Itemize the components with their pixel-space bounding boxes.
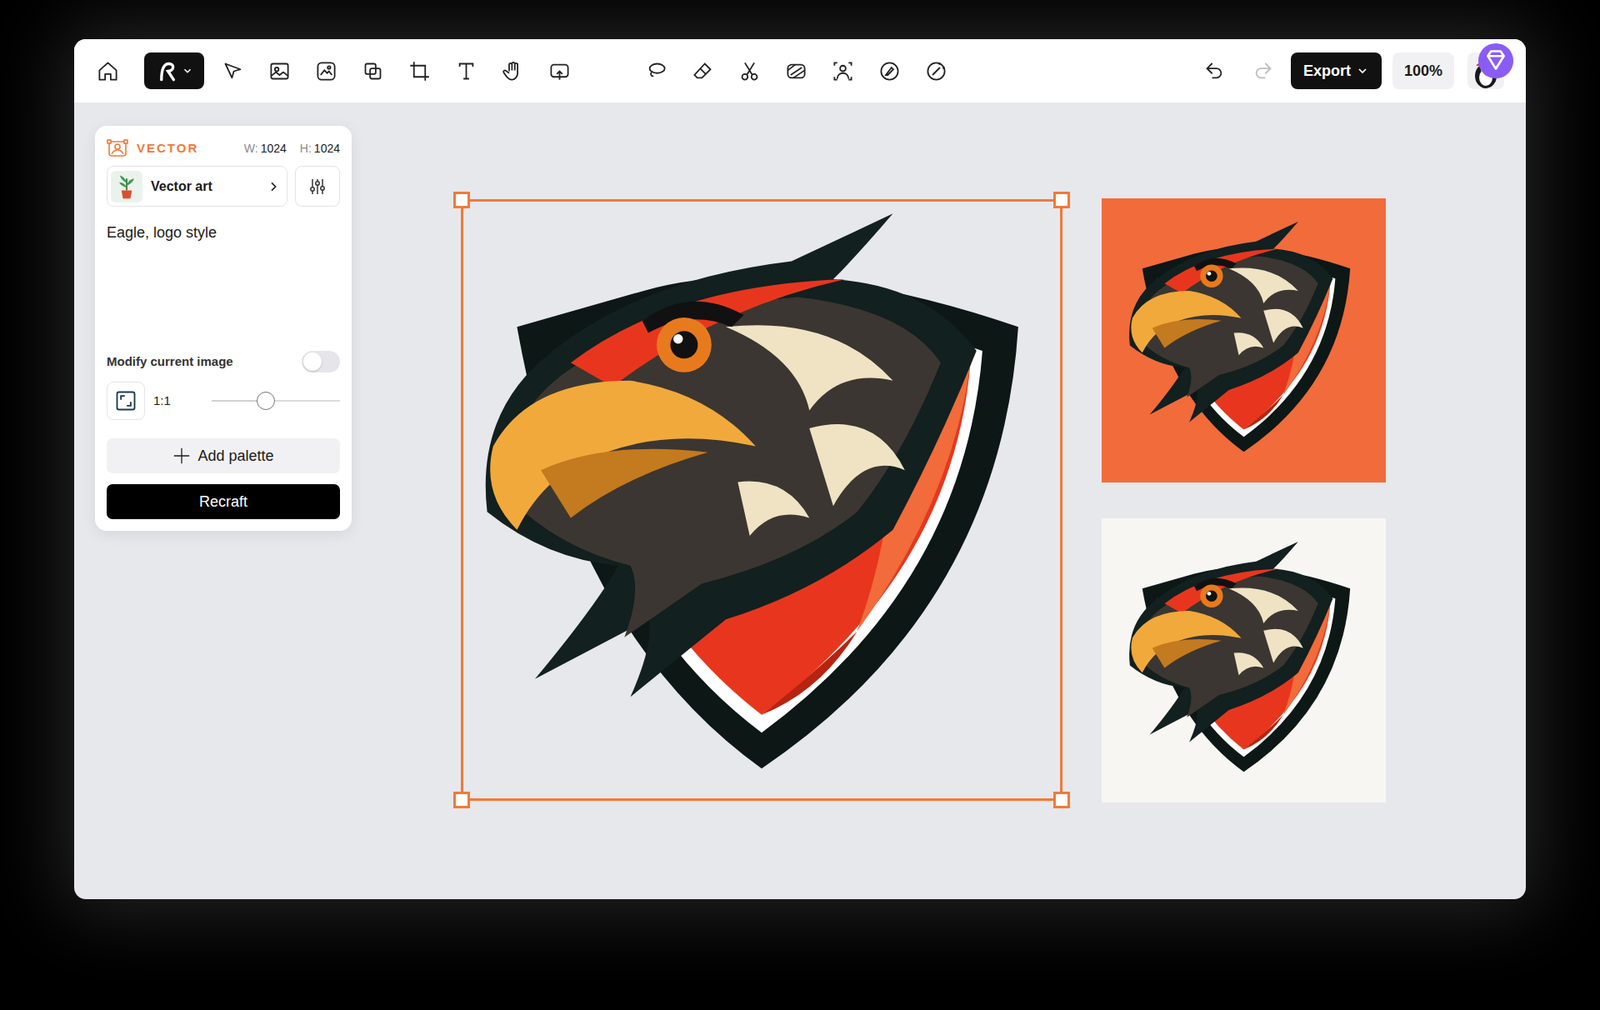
brand-logo-icon: [155, 60, 179, 83]
style-row: Vector art: [106, 165, 340, 207]
eraser-icon: [691, 60, 715, 83]
export-button[interactable]: Export: [1290, 52, 1382, 90]
layers-icon: [361, 60, 385, 83]
tool-button[interactable]: [260, 52, 298, 90]
eagle-logo-icon: [1120, 536, 1368, 785]
home-icon: [96, 60, 120, 83]
tool-button[interactable]: [540, 52, 578, 90]
tool-button[interactable]: [144, 52, 205, 90]
undo-icon: [1203, 60, 1226, 83]
expand-subject-icon: [831, 60, 855, 83]
tool-button[interactable]: [777, 52, 815, 90]
chevron-down-icon: [181, 65, 194, 77]
add-palette-label: Add palette: [197, 445, 274, 468]
plant-icon: [112, 172, 141, 201]
app-window: Export 100%: [74, 39, 1526, 900]
upload-icon: [548, 60, 571, 83]
aspect-ratio-icon: [114, 389, 138, 413]
tool-button[interactable]: [307, 52, 345, 90]
eagle-logo-icon: [1120, 216, 1368, 465]
magic-icon: [925, 60, 948, 83]
redo-icon: [1251, 60, 1275, 83]
text-tool-icon: [455, 60, 478, 83]
width-value: 1024: [260, 140, 287, 158]
variant-image[interactable]: [1101, 518, 1386, 803]
tool-button[interactable]: [214, 52, 251, 90]
tool-button[interactable]: [637, 52, 675, 90]
sliders-icon: [307, 176, 328, 197]
diamond-icon: [1476, 41, 1515, 80]
style-picker[interactable]: Vector art: [106, 165, 288, 207]
generation-panel: VECTOR W: 1024 H: 1024 Vector art: [95, 125, 352, 531]
pointer-icon: [221, 60, 245, 83]
toolbar: Export 100%: [74, 39, 1526, 103]
resize-handle[interactable]: [453, 191, 470, 209]
tool-button[interactable]: [870, 52, 908, 90]
tool-button[interactable]: [684, 52, 721, 90]
tool-button[interactable]: [824, 52, 861, 90]
image-icon: [315, 60, 338, 83]
chevron-right-icon: [266, 180, 280, 194]
lasso-icon: [645, 60, 668, 83]
brush-icon: [878, 60, 901, 83]
modify-toggle[interactable]: [301, 350, 340, 373]
home-button[interactable]: [89, 52, 126, 90]
height-value: 1024: [314, 140, 340, 158]
zoom-level[interactable]: 100%: [1392, 52, 1455, 90]
user-avatar[interactable]: [1466, 51, 1505, 90]
style-name: Vector art: [150, 176, 213, 197]
tool-button[interactable]: [447, 52, 485, 90]
style-thumbnail: [110, 170, 143, 203]
modify-row: Modify current image: [106, 350, 340, 374]
tool-group: [144, 52, 578, 90]
width-label: W:: [244, 140, 259, 158]
tool-group: [637, 52, 955, 90]
variant-column: [1101, 198, 1386, 803]
tool-button[interactable]: [494, 52, 531, 90]
scissors-icon: [738, 60, 761, 83]
toggle-knob: [303, 352, 322, 371]
slider-knob[interactable]: [256, 391, 275, 410]
remove-background-icon: [785, 60, 808, 83]
resize-handle[interactable]: [453, 791, 470, 809]
resize-handle[interactable]: [1053, 791, 1070, 809]
variant-image[interactable]: [1101, 198, 1386, 483]
toolbar-actions: Export 100%: [1195, 51, 1505, 90]
image-frame-icon: [268, 60, 291, 83]
settings-button[interactable]: [295, 165, 340, 207]
mode-label: VECTOR: [136, 139, 199, 159]
undo-button[interactable]: [1195, 52, 1233, 90]
frame-icon: [408, 60, 431, 83]
hand-icon: [501, 60, 525, 83]
ratio-slider[interactable]: [211, 400, 340, 402]
modify-label: Modify current image: [106, 352, 234, 372]
recraft-button[interactable]: Recraft: [106, 484, 340, 520]
vector-mode-icon: [106, 137, 129, 160]
redo-button[interactable]: [1244, 52, 1281, 90]
export-label: Export: [1303, 60, 1351, 83]
prompt-input[interactable]: Eagle, logo style: [106, 223, 340, 332]
eagle-logo-icon: [463, 201, 1060, 799]
canvas[interactable]: VECTOR W: 1024 H: 1024 Vector art: [74, 102, 1526, 900]
main-image[interactable]: [460, 199, 1063, 801]
resize-handle[interactable]: [1053, 191, 1070, 209]
tool-button[interactable]: [354, 52, 391, 90]
ratio-value: 1:1: [153, 391, 204, 411]
height-label: H:: [300, 140, 312, 158]
add-palette-button[interactable]: Add palette: [106, 438, 340, 474]
ratio-button[interactable]: [106, 381, 145, 420]
chevron-down-icon: [1355, 64, 1370, 78]
panel-header: VECTOR W: 1024 H: 1024: [106, 137, 340, 160]
plus-icon: [172, 446, 191, 465]
tool-button[interactable]: [400, 52, 438, 90]
ratio-row: 1:1: [106, 381, 340, 420]
tool-button[interactable]: [917, 52, 955, 90]
tool-button[interactable]: [730, 52, 768, 90]
